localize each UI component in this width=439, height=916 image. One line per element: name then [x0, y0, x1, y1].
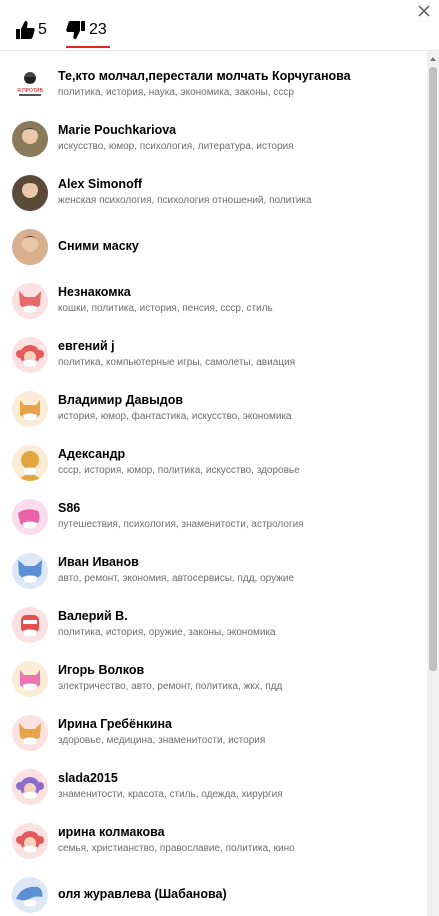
cat-mask-icon — [12, 661, 48, 697]
user-name[interactable]: евгений j — [58, 339, 115, 353]
user-interests: искусство, юмор, психология, литература,… — [58, 141, 294, 152]
user-name[interactable]: Сними маску — [58, 239, 139, 253]
dislikes-count: 23 — [89, 21, 107, 38]
cat-mask-icon — [12, 391, 48, 427]
user-interests: здоровье, медицина, знаменитости, истори… — [58, 735, 266, 746]
close-icon[interactable] — [417, 4, 431, 18]
tab-dislikes[interactable]: 23 — [66, 18, 107, 42]
user-avatar[interactable]: Я ПРОТИВ — [12, 67, 48, 103]
user-list-item[interactable]: Сними маску — [0, 229, 427, 283]
user-list-item[interactable]: Владимир Давыдов история, юмор, фантастик… — [0, 391, 427, 445]
user-avatar[interactable] — [12, 769, 48, 805]
active-tab-indicator — [66, 46, 110, 48]
user-interests: электричество, авто, ремонт, политика, ж… — [58, 681, 283, 692]
user-avatar[interactable] — [12, 877, 48, 913]
monkey-mask-icon — [12, 823, 48, 859]
user-name[interactable]: Ирина Гребёнкина — [58, 717, 172, 731]
user-name[interactable]: Те,кто молчал,перестали молчать Корчуган… — [58, 69, 351, 83]
monkey-mask-icon — [12, 337, 48, 373]
fox-mask-icon — [12, 715, 48, 751]
thumbs-down-icon — [66, 20, 86, 40]
monkey-mask-icon — [12, 769, 48, 805]
user-list-item[interactable]: Ирина Гребёнкина здоровье, медицина, знам… — [0, 715, 427, 769]
user-interests: путешествия, психология, знаменитости, а… — [58, 519, 304, 530]
robot-mask-icon — [12, 607, 48, 643]
user-list-item[interactable]: Адександр ссср, история, юмор, политика, … — [0, 445, 427, 499]
user-interests: история, юмор, фантастика, искусство, эк… — [58, 411, 292, 422]
user-list-item[interactable]: Alex Simonoff женская психология, психоло… — [0, 175, 427, 229]
user-name[interactable]: Владимир Давыдов — [58, 393, 183, 407]
user-avatar[interactable] — [12, 283, 48, 319]
user-name[interactable]: Игорь Волков — [58, 663, 144, 677]
user-avatar[interactable] — [12, 715, 48, 751]
user-list-item[interactable]: Незнакомка кошки, политика, история, пенс… — [0, 283, 427, 337]
user-name[interactable]: S86 — [58, 501, 80, 515]
wolf-mask-icon — [12, 553, 48, 589]
user-avatar[interactable] — [12, 823, 48, 859]
user-list-item[interactable]: Валерий В. политика, история, оружие, зак… — [0, 607, 427, 661]
user-interests: семья, христианство, православие, полити… — [58, 843, 295, 854]
photo-icon — [12, 229, 48, 265]
tab-likes[interactable]: 5 — [15, 18, 47, 42]
user-interests: политика, история, оружие, законы, эконо… — [58, 627, 276, 638]
user-list-item[interactable]: евгений j политика, компьютерные игры, са… — [0, 337, 427, 391]
photo-icon — [12, 175, 48, 211]
photo-icon — [12, 121, 48, 157]
user-avatar[interactable] — [12, 121, 48, 157]
user-name[interactable]: Незнакомка — [58, 285, 131, 299]
user-interests: политика, история, наука, экономика, зак… — [58, 87, 294, 98]
hand-mask-icon — [12, 499, 48, 535]
user-avatar[interactable] — [12, 607, 48, 643]
user-interests: авто, ремонт, экономия, автосервисы, пдд… — [58, 573, 295, 584]
user-name[interactable]: Alex Simonoff — [58, 177, 142, 191]
user-list-item[interactable]: Игорь Волков электричество, авто, ремонт,… — [0, 661, 427, 715]
user-interests: знаменитости, красота, стиль, одежда, хи… — [58, 789, 283, 800]
person-mask-icon — [12, 445, 48, 481]
user-list-item[interactable]: Я ПРОТИВ Те,кто молчал,перестали молчать … — [0, 67, 427, 121]
fox-mask-icon — [12, 283, 48, 319]
user-name[interactable]: Marie Pouchkariova — [58, 123, 176, 137]
thumbs-up-icon — [15, 20, 35, 40]
user-interests: ссср, история, юмор, политика, искусство… — [58, 465, 300, 476]
user-avatar[interactable] — [12, 499, 48, 535]
reactions-header: 5 23 — [0, 0, 439, 51]
scrollbar-thumb[interactable] — [429, 67, 437, 671]
user-name[interactable]: Адександр — [58, 447, 125, 461]
user-name[interactable]: slada2015 — [58, 771, 118, 785]
user-avatar[interactable] — [12, 337, 48, 373]
svg-text:Я ПРОТИВ: Я ПРОТИВ — [17, 88, 43, 94]
user-list-item[interactable]: S86 путешествия, психология, знаменитости… — [0, 499, 427, 553]
user-avatar[interactable] — [12, 391, 48, 427]
likes-count: 5 — [38, 21, 47, 38]
user-avatar[interactable] — [12, 175, 48, 211]
user-list-item[interactable]: ирина колмакова семья, христианство, прав… — [0, 823, 427, 877]
user-avatar[interactable] — [12, 661, 48, 697]
user-name[interactable]: Иван Иванов — [58, 555, 139, 569]
user-list-item[interactable]: оля журавлева (Шабанова) — [0, 877, 427, 916]
user-list-item[interactable]: slada2015 знаменитости, красота, стиль, о… — [0, 769, 427, 823]
user-avatar[interactable] — [12, 553, 48, 589]
scrollbar[interactable] — [427, 51, 439, 916]
user-list: Я ПРОТИВ Те,кто молчал,перестали молчать … — [0, 51, 427, 916]
user-name[interactable]: ирина колмакова — [58, 825, 165, 839]
user-interests: политика, компьютерные игры, самолеты, а… — [58, 357, 295, 368]
user-name[interactable]: Валерий В. — [58, 609, 128, 623]
user-list-item[interactable]: Иван Иванов авто, ремонт, экономия, автос… — [0, 553, 427, 607]
user-name[interactable]: оля журавлева (Шабанова) — [58, 887, 227, 901]
user-list-item[interactable]: Marie Pouchkariova искусство, юмор, психо… — [0, 121, 427, 175]
user-avatar[interactable] — [12, 229, 48, 265]
dolphin-mask-icon — [12, 877, 48, 913]
user-interests: кошки, политика, история, пенсия, ссср, … — [58, 303, 273, 314]
channel-logo-icon: Я ПРОТИВ — [12, 67, 48, 103]
scroll-up-arrow[interactable] — [430, 57, 436, 61]
user-avatar[interactable] — [12, 445, 48, 481]
user-interests: женская психология, психология отношений… — [58, 195, 312, 206]
